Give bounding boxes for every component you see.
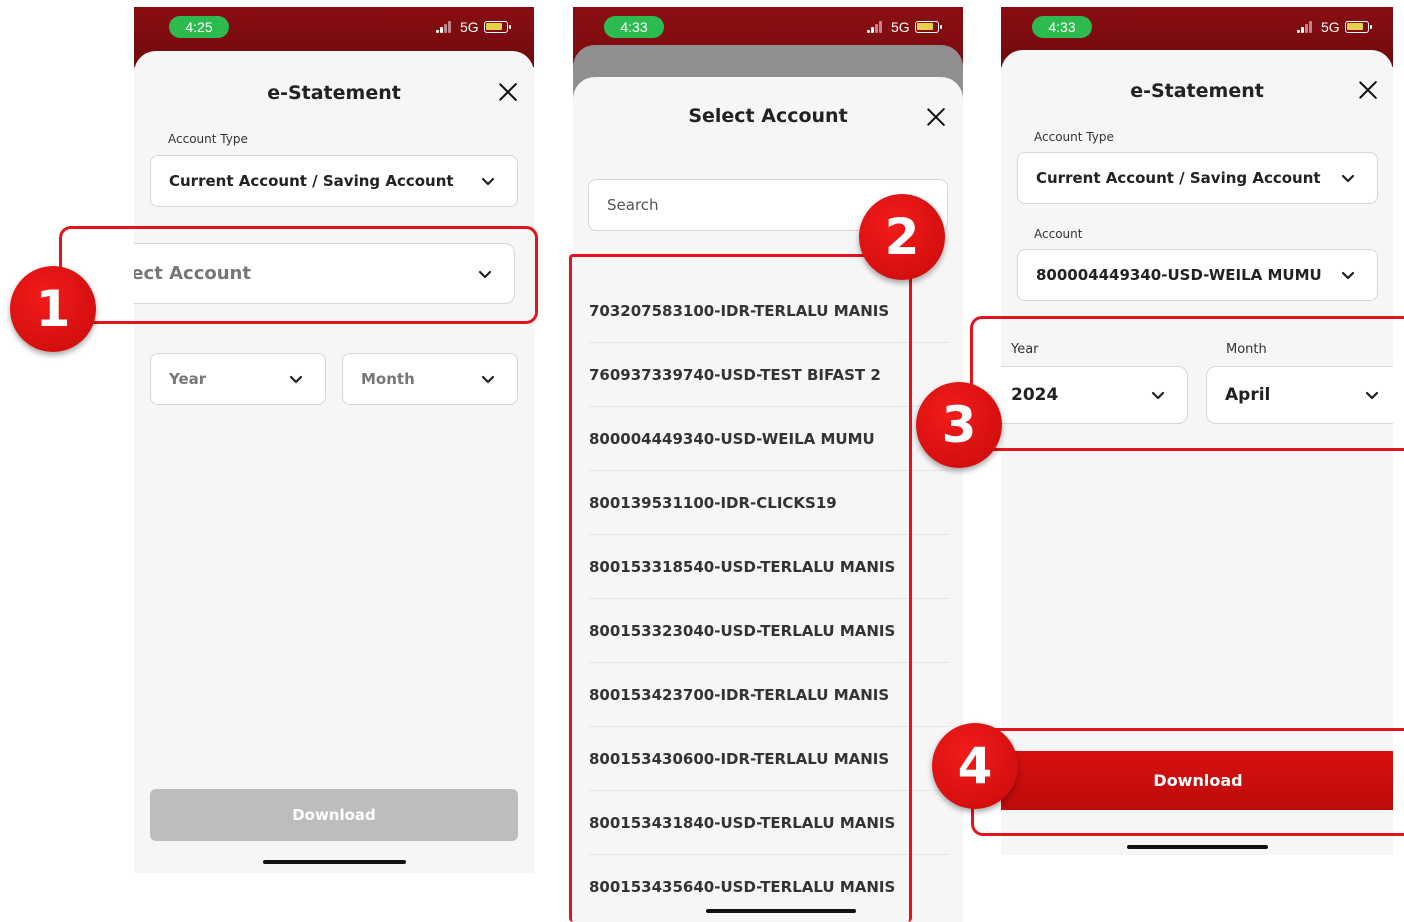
download-button-disabled[interactable]: Download [150, 789, 518, 841]
page-title: Select Account [688, 105, 848, 127]
network-label: 5G [460, 19, 479, 35]
account-type-label: Account Type [168, 132, 248, 146]
account-select[interactable]: 800004449340-USD-WEILA MUMU [1017, 249, 1378, 301]
account-value: 800004449340-USD-WEILA MUMU [1036, 266, 1322, 284]
account-type-value: Current Account / Saving Account [1036, 169, 1321, 187]
status-time: 4:33 [1032, 16, 1092, 38]
account-type-select[interactable]: Current Account / Saving Account [150, 155, 518, 207]
screen-1-estatement: 4:25 5G e-Statement Account Type Current… [134, 7, 534, 873]
home-indicator [263, 860, 406, 864]
network-label: 5G [1321, 19, 1340, 35]
step-badge-1: 1 [10, 266, 96, 352]
chevron-down-icon [479, 172, 497, 190]
month-select[interactable]: Month [342, 353, 518, 405]
chevron-down-icon [287, 370, 305, 388]
year-placeholder: Year [169, 370, 207, 388]
highlight-step-3 [970, 316, 1404, 451]
signal-icon [436, 21, 456, 33]
account-type-label: Account Type [1034, 130, 1114, 144]
close-icon[interactable] [497, 81, 519, 103]
close-icon[interactable] [1357, 79, 1379, 101]
battery-icon [1345, 21, 1372, 33]
chevron-down-icon [1339, 169, 1357, 187]
status-time: 4:25 [169, 16, 229, 38]
chevron-down-icon [479, 370, 497, 388]
status-time: 4:33 [604, 16, 664, 38]
step-badge-4: 4 [932, 723, 1018, 809]
step-badge-3: 3 [916, 382, 1002, 468]
page-title: e-Statement [267, 82, 401, 104]
step-badge-2: 2 [859, 194, 945, 280]
year-select[interactable]: Year [150, 353, 326, 405]
network-label: 5G [891, 19, 910, 35]
signal-icon [867, 21, 887, 33]
month-placeholder: Month [361, 370, 415, 388]
close-icon[interactable] [925, 106, 947, 128]
signal-icon [1297, 21, 1317, 33]
battery-icon [484, 21, 511, 33]
highlight-step-4 [971, 728, 1404, 836]
battery-icon [915, 21, 942, 33]
account-label: Account [1034, 227, 1083, 241]
account-type-value: Current Account / Saving Account [169, 172, 454, 190]
chevron-down-icon [1339, 266, 1357, 284]
highlight-step-2 [569, 254, 912, 922]
highlight-step-1 [59, 226, 538, 324]
home-indicator [1127, 845, 1268, 849]
account-type-select[interactable]: Current Account / Saving Account [1017, 152, 1378, 204]
estatement-sheet: e-Statement Account Type Current Account… [134, 51, 534, 873]
page-title: e-Statement [1130, 80, 1264, 102]
